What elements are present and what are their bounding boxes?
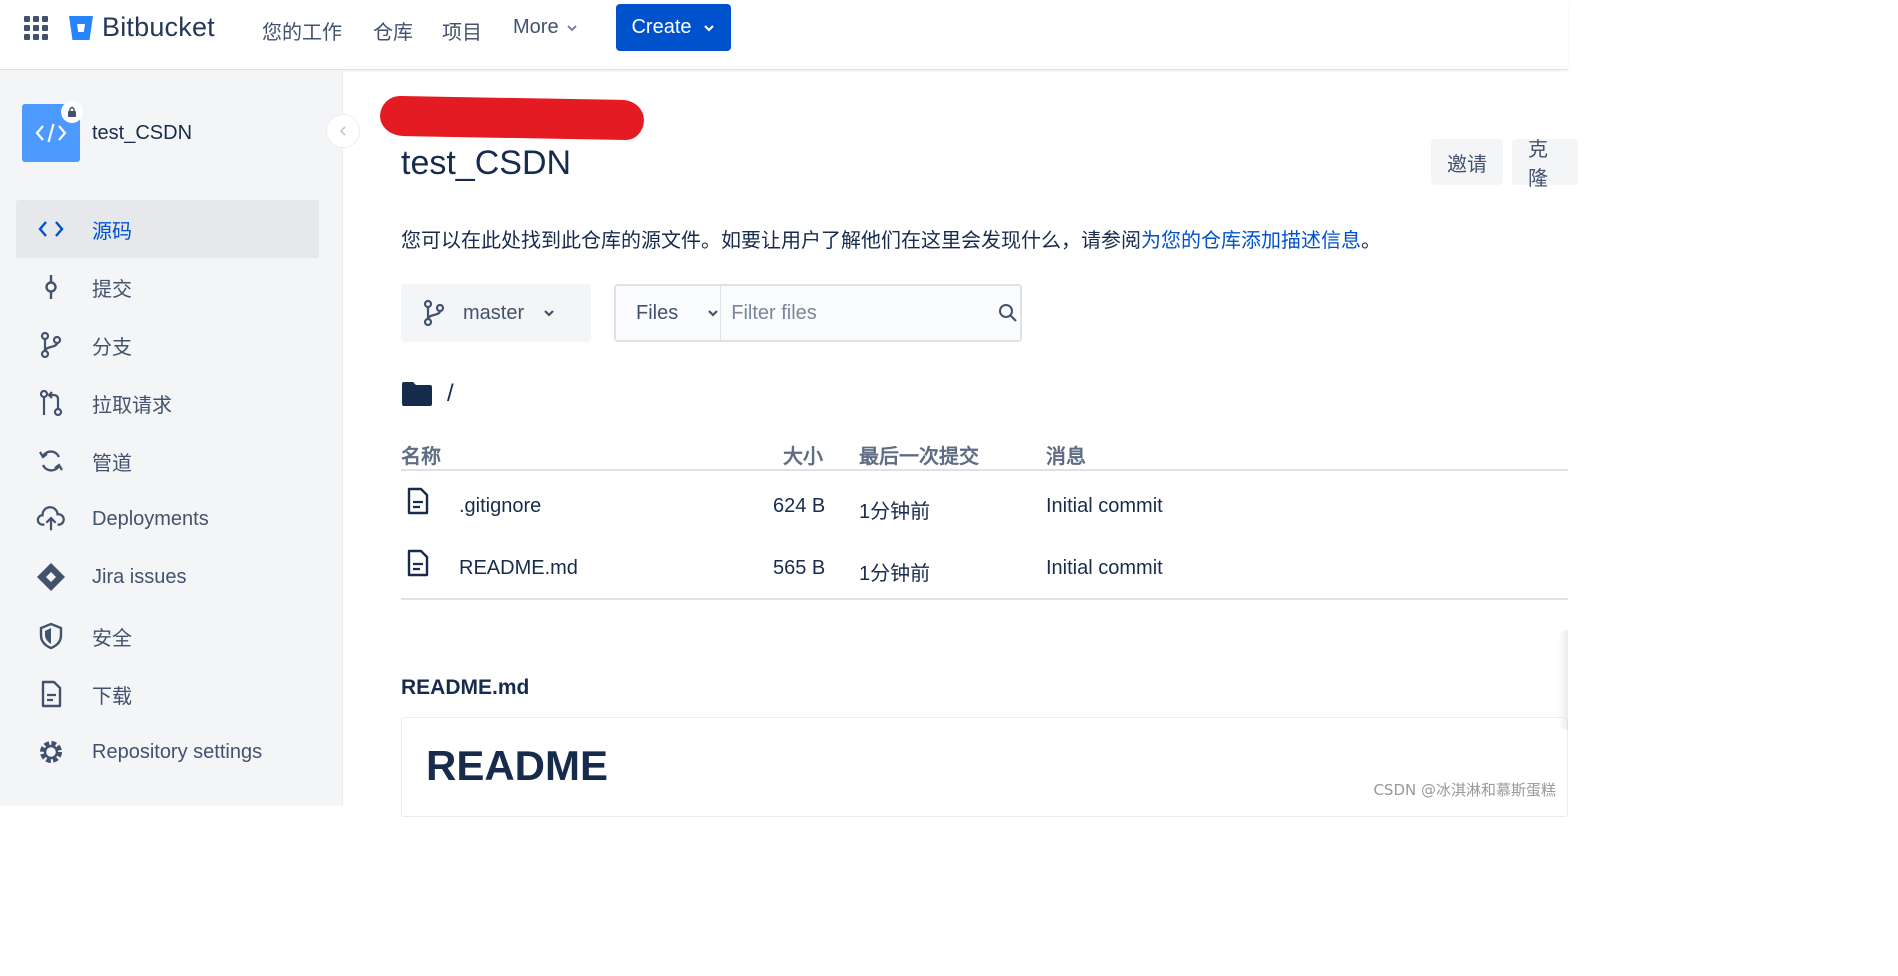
chevron-down-icon	[703, 24, 714, 32]
invite-button[interactable]: 邀请	[1431, 139, 1503, 185]
file-filter: Files	[614, 284, 1022, 342]
file-last-commit: 1分钟前	[859, 501, 931, 523]
page-title: test_CSDN	[401, 144, 572, 182]
scroll-edge	[1558, 630, 1568, 730]
bitbucket-logo-icon	[69, 15, 93, 40]
table-row[interactable]: README.md 565 B 1分钟前 Initial commit	[401, 537, 1568, 599]
branch-selector[interactable]: master	[401, 284, 591, 342]
sidebar: test_CSDN 源码 提交 分支 拉取请求 管道 Deployments J…	[0, 70, 360, 806]
repo-description: 您可以在此处找到此仓库的源文件。如要让用户了解他们在这里会发现什么，请参阅为您的…	[401, 224, 1381, 253]
column-last-commit: 最后一次提交	[859, 446, 979, 468]
create-button-label: Create	[631, 16, 692, 38]
nav-your-work[interactable]: 您的工作	[262, 16, 342, 45]
shield-icon	[36, 621, 66, 651]
sidebar-item-label: Repository settings	[92, 740, 263, 763]
watermark: CSDN @冰淇淋和慕斯蛋糕	[1373, 781, 1556, 799]
branch-icon	[423, 299, 445, 327]
description-text: 您可以在此处找到此仓库的源文件。如要让用户了解他们在这里会发现什么，请参阅	[401, 230, 1141, 252]
chevron-down-icon	[544, 310, 554, 317]
file-name[interactable]: .gitignore	[459, 495, 541, 518]
file-message[interactable]: Initial commit	[1046, 557, 1163, 580]
branch-name: master	[463, 301, 525, 324]
nav-more-label: More	[513, 16, 559, 38]
sidebar-item-label: 安全	[92, 627, 132, 650]
create-button[interactable]: Create	[616, 4, 731, 51]
chevron-left-icon	[339, 126, 346, 136]
sidebar-item-jira-issues[interactable]: Jira issues	[16, 548, 319, 606]
sidebar-item-commits[interactable]: 提交	[16, 258, 319, 316]
branch-icon	[36, 330, 66, 360]
sidebar-item-label: 源码	[92, 220, 132, 243]
lock-icon	[61, 101, 83, 123]
deployments-icon	[36, 504, 66, 534]
code-icon	[36, 214, 66, 244]
clone-button[interactable]: 克隆	[1512, 139, 1578, 190]
column-size: 大小	[783, 446, 823, 468]
sidebar-item-label: Jira issues	[92, 565, 187, 588]
sidebar-item-label: 拉取请求	[92, 394, 172, 417]
add-description-link[interactable]: 为您的仓库添加描述信息	[1141, 230, 1361, 252]
chevron-down-icon	[708, 310, 719, 317]
file-table-header: 名称 大小 最后一次提交 消息	[401, 436, 1568, 471]
description-suffix: 。	[1361, 230, 1381, 252]
sidebar-item-pull-requests[interactable]: 拉取请求	[16, 374, 319, 432]
table-row[interactable]: .gitignore 624 B 1分钟前 Initial commit	[401, 475, 1568, 537]
column-message: 消息	[1046, 446, 1086, 468]
breadcrumb: /	[401, 380, 454, 408]
gear-icon	[36, 737, 66, 767]
sidebar-item-branches[interactable]: 分支	[16, 316, 319, 374]
code-icon	[35, 123, 67, 143]
top-navigation: Bitbucket 您的工作 仓库 项目 More Create	[0, 0, 1568, 70]
file-size: 624 B	[773, 495, 826, 517]
readme-filename: README.md	[401, 676, 530, 699]
pipelines-icon	[36, 446, 66, 476]
column-name: 名称	[401, 446, 441, 468]
file-icon	[407, 487, 429, 515]
jira-icon	[36, 562, 66, 592]
sidebar-item-security[interactable]: 安全	[16, 607, 319, 665]
sidebar-item-downloads[interactable]: 下载	[16, 665, 319, 723]
sidebar-item-label: Deployments	[92, 507, 209, 530]
pull-request-icon	[36, 388, 66, 418]
sidebar-item-label: 管道	[92, 452, 132, 475]
file-last-commit: 1分钟前	[859, 563, 931, 585]
files-type-select[interactable]: Files	[616, 286, 722, 340]
sidebar-item-deployments[interactable]: Deployments	[16, 490, 319, 548]
readme-heading: README	[426, 742, 609, 789]
file-message[interactable]: Initial commit	[1046, 495, 1163, 518]
sidebar-item-label: 分支	[92, 336, 132, 359]
sidebar-item-source[interactable]: 源码	[16, 200, 319, 258]
sidebar-item-repository-settings[interactable]: Repository settings	[16, 723, 319, 781]
sidebar-item-pipelines[interactable]: 管道	[16, 432, 319, 490]
table-divider	[401, 598, 1568, 600]
nav-more[interactable]: More	[513, 16, 579, 39]
commit-icon	[36, 272, 66, 302]
app-switcher-icon[interactable]	[24, 16, 48, 40]
bitbucket-logo[interactable]: Bitbucket	[68, 12, 215, 43]
current-path[interactable]: /	[447, 380, 454, 408]
sidebar-item-label: 提交	[92, 278, 132, 301]
sidebar-repo-name[interactable]: test_CSDN	[92, 122, 192, 145]
redaction-mark	[379, 95, 645, 141]
download-icon	[36, 679, 66, 709]
nav-projects[interactable]: 项目	[442, 16, 482, 45]
file-size: 565 B	[773, 557, 826, 579]
file-name[interactable]: README.md	[459, 557, 578, 580]
file-icon	[407, 549, 429, 577]
brand-name: Bitbucket	[102, 12, 215, 42]
collapse-sidebar-button[interactable]	[326, 114, 360, 148]
readme-card: README	[401, 717, 1568, 817]
chevron-down-icon	[566, 24, 577, 31]
search-icon[interactable]	[996, 303, 1020, 323]
filter-files-input[interactable]	[721, 286, 997, 340]
sidebar-item-label: 下载	[92, 685, 132, 708]
nav-repositories[interactable]: 仓库	[373, 16, 413, 45]
folder-icon	[402, 382, 432, 406]
files-type-label: Files	[636, 301, 679, 324]
